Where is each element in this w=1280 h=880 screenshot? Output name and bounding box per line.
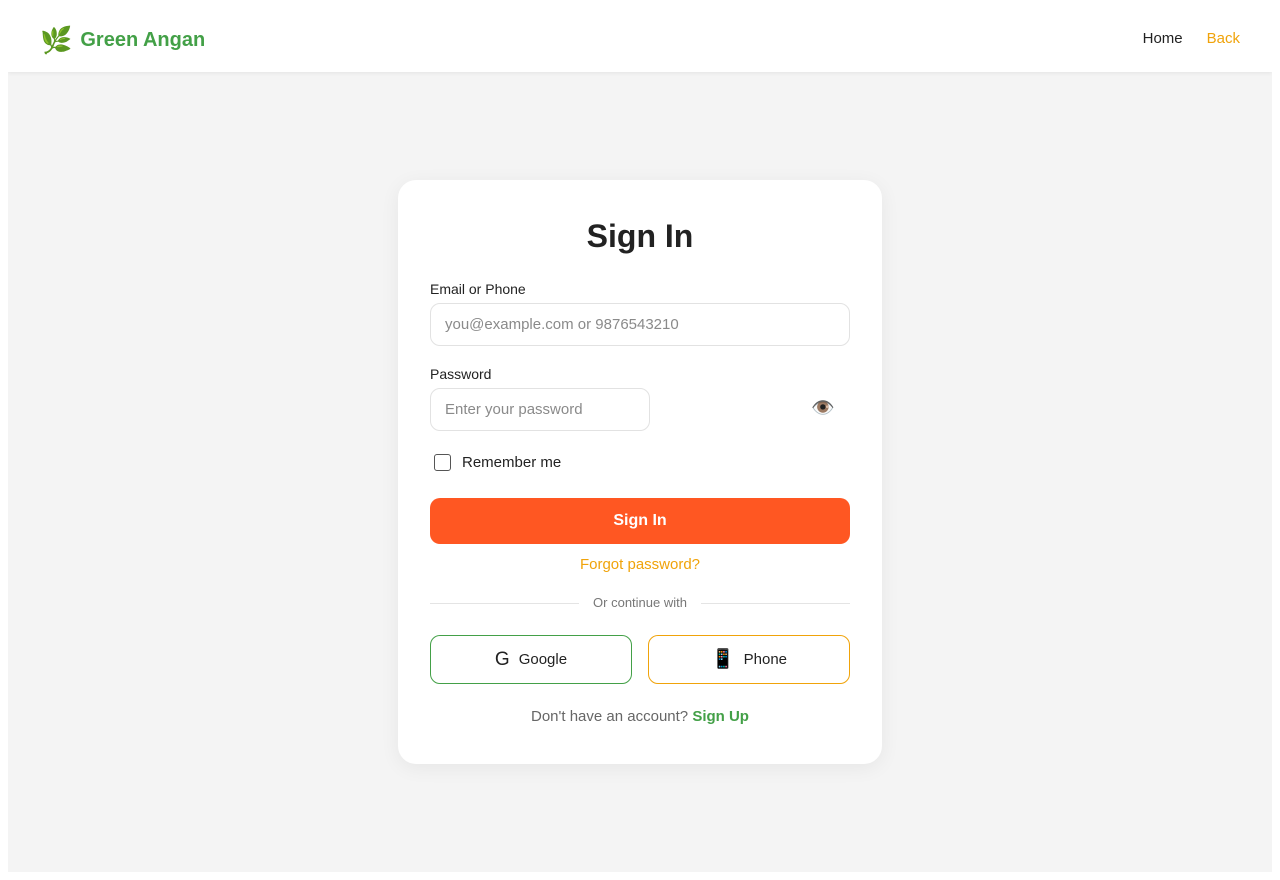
- remember-checkbox[interactable]: [434, 454, 451, 471]
- forgot-password-link[interactable]: Forgot password?: [398, 556, 882, 573]
- signup-row: Don't have an account? Sign Up: [398, 708, 882, 725]
- leaf-icon: 🌿: [40, 25, 73, 55]
- signup-link[interactable]: Sign Up: [692, 708, 749, 725]
- google-signin-button[interactable]: G Google: [430, 635, 632, 684]
- divider: Or continue with: [430, 594, 850, 612]
- brand-name: Green Angan: [80, 28, 206, 51]
- email-input[interactable]: [430, 303, 850, 346]
- password-input[interactable]: [430, 388, 650, 431]
- signin-card: Sign In Email or Phone Password 👁️ Remem…: [398, 180, 882, 764]
- google-label: Google: [518, 651, 568, 668]
- nav-links: Home Back: [1143, 30, 1240, 47]
- remember-label: Remember me: [462, 454, 562, 471]
- phone-signin-button[interactable]: 📱 Phone: [648, 635, 850, 684]
- email-label: Email or Phone: [430, 281, 526, 297]
- mobile-phone-icon: 📱: [710, 649, 735, 670]
- divider-line-right: [701, 603, 850, 604]
- remember-me[interactable]: Remember me: [434, 454, 561, 471]
- nav-back-link[interactable]: Back: [1207, 30, 1240, 47]
- brand-logo[interactable]: 🌿 Green Angan: [40, 24, 205, 56]
- navbar: 🌿 Green Angan Home Back: [8, 8, 1272, 72]
- eye-icon[interactable]: 👁️: [810, 397, 836, 421]
- nav-home-link[interactable]: Home: [1143, 30, 1183, 47]
- password-label: Password: [430, 366, 492, 382]
- page-frame: 🌿 Green Angan Home Back Sign In Email or…: [8, 8, 1272, 872]
- phone-label: Phone: [743, 651, 788, 668]
- signin-button[interactable]: Sign In: [430, 498, 850, 544]
- page-title: Sign In: [586, 218, 694, 254]
- signup-prompt: Don't have an account?: [531, 708, 693, 725]
- google-icon: G: [494, 649, 510, 670]
